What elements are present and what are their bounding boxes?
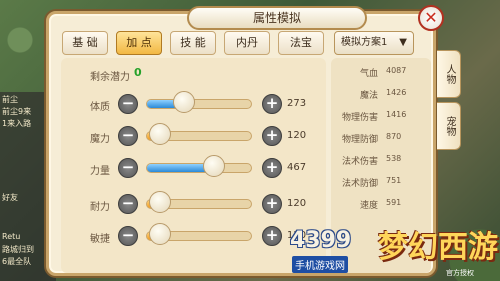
- attribute-value: 273: [287, 98, 307, 109]
- tab-inner-pill[interactable]: 内丹: [224, 31, 270, 55]
- attribute-label: 魔力: [90, 134, 110, 145]
- stat-value: 4087: [386, 66, 407, 75]
- stat-label: 物理防御: [341, 135, 378, 145]
- stat-value: 591: [386, 198, 402, 207]
- attribute-row: 耐力 − +120: [0, 191, 320, 218]
- stat-row: 气血 4087: [334, 66, 424, 80]
- stat-label: 速度: [359, 201, 378, 211]
- side-tab-character[interactable]: 人物: [437, 50, 461, 98]
- attribute-slider[interactable]: [146, 163, 252, 173]
- attribute-value: 120: [287, 130, 307, 141]
- attribute-row: 敏捷 − +120: [0, 223, 320, 250]
- stat-row: 魔法 1426: [334, 88, 424, 102]
- stat-label: 物理伤害: [341, 113, 378, 123]
- stat-label: 法术防御: [341, 179, 378, 189]
- slider-knob[interactable]: [149, 191, 171, 213]
- chevron-down-icon: ▼: [399, 37, 407, 48]
- stat-row: 法术防御 751: [334, 176, 424, 190]
- watermark-subtitle: 手机游戏网: [292, 256, 348, 273]
- increase-button[interactable]: +: [262, 126, 282, 146]
- decrease-button[interactable]: −: [118, 94, 138, 114]
- attribute-label: 敏捷: [90, 234, 110, 245]
- attribute-row: 魔力 − +120: [0, 123, 320, 150]
- panel-title: 属性模拟: [187, 6, 367, 30]
- slider-knob[interactable]: [173, 91, 195, 113]
- increase-button[interactable]: +: [262, 158, 282, 178]
- attribute-label: 力量: [90, 166, 110, 177]
- increase-button[interactable]: +: [262, 194, 282, 214]
- attribute-row: 力量 − +467: [0, 155, 320, 182]
- remaining-potential-label: 剩余潜力: [90, 72, 130, 83]
- tab-magic-treasure[interactable]: 法宝: [278, 31, 324, 55]
- stat-row: 物理伤害 1416: [334, 110, 424, 124]
- stat-row: 物理防御 870: [334, 132, 424, 146]
- attribute-label: 体质: [90, 102, 110, 113]
- slider-knob[interactable]: [203, 155, 225, 177]
- attribute-row: 体质 − +273: [0, 91, 320, 118]
- stat-value: 1416: [386, 110, 407, 119]
- stat-row: 速度 591: [334, 198, 424, 212]
- slider-knob[interactable]: [149, 223, 171, 245]
- attribute-value: 120: [287, 198, 307, 209]
- decrease-button[interactable]: −: [118, 158, 138, 178]
- decrease-button[interactable]: −: [118, 126, 138, 146]
- increase-button[interactable]: +: [262, 226, 282, 246]
- attribute-label: 耐力: [90, 202, 110, 213]
- tab-skills[interactable]: 技 能: [170, 31, 216, 55]
- slider-knob[interactable]: [149, 123, 171, 145]
- stat-label: 法术伤害: [341, 157, 378, 167]
- stat-row: 法术伤害 538: [334, 154, 424, 168]
- stat-label: 魔法: [359, 91, 378, 101]
- watermark-brand: 4399: [290, 228, 352, 253]
- attribute-slider[interactable]: [146, 99, 252, 109]
- tab-basic[interactable]: 基 础: [62, 31, 108, 55]
- game-logo-subtitle: 官方授权: [446, 269, 474, 277]
- game-logo: 梦幻西游: [378, 230, 498, 265]
- side-tab-pet[interactable]: 宠物: [437, 102, 461, 150]
- decrease-button[interactable]: −: [118, 226, 138, 246]
- decrease-button[interactable]: −: [118, 194, 138, 214]
- stat-label: 气血: [359, 69, 378, 79]
- close-button[interactable]: ✕: [418, 5, 444, 31]
- stat-value: 751: [386, 176, 402, 185]
- tab-add-points[interactable]: 加 点: [116, 31, 162, 55]
- stat-value: 870: [386, 132, 402, 141]
- increase-button[interactable]: +: [262, 94, 282, 114]
- stat-value: 1426: [386, 88, 407, 97]
- plan-select-label: 模拟方案1: [341, 37, 388, 48]
- remaining-potential-value: 0: [134, 66, 142, 79]
- stat-value: 538: [386, 154, 402, 163]
- plan-select[interactable]: 模拟方案1 ▼: [334, 31, 414, 55]
- chat-line: 6最全队: [2, 257, 32, 266]
- attribute-value: 467: [287, 162, 307, 173]
